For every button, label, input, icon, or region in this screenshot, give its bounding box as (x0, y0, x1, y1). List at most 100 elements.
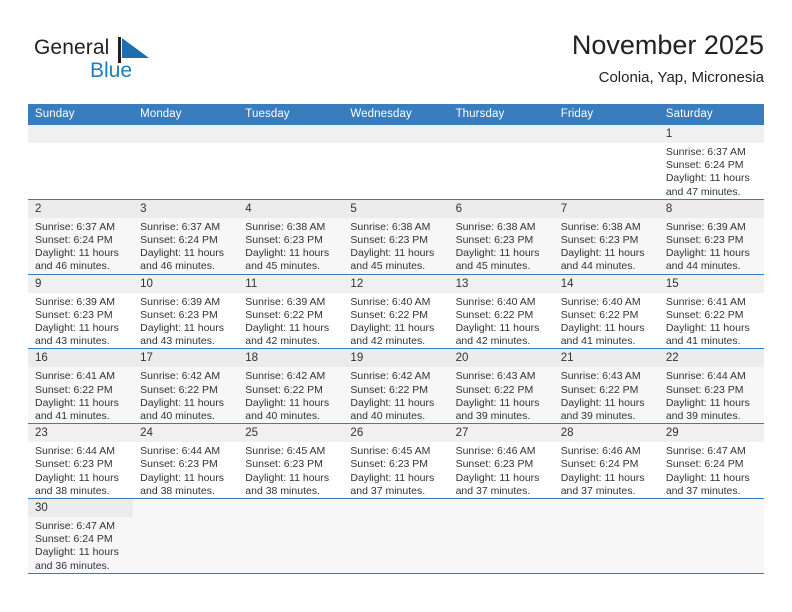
day-details: Sunrise: 6:46 AM Sunset: 6:24 PM Daylight:… (554, 442, 659, 498)
daylight-text-line1: Daylight: 11 hours (350, 396, 435, 409)
calendar-day-cell[interactable]: 7 Sunrise: 6:38 AM Sunset: 6:23 PM Daylight… (553, 199, 659, 275)
daylight-text-line1: Daylight: 11 hours (350, 471, 435, 484)
calendar-day-cell[interactable]: 16 Sunrise: 6:41 AM Sunset: 6:22 PM Dayligh… (28, 348, 134, 425)
daylight-text-line1: Daylight: 11 hours (455, 322, 540, 335)
calendar-week-row: 2 Sunrise: 6:37 AM Sunset: 6:24 PM Daylight… (28, 199, 764, 275)
weekday-header-friday: Friday (553, 104, 659, 125)
sunrise-text: Sunrise: 6:47 AM (35, 520, 115, 533)
daylight-text-line2: and 39 minutes. (455, 410, 531, 423)
sunset-text: Sunset: 6:23 PM (35, 308, 113, 321)
calendar-day-cell[interactable]: 8 Sunrise: 6:39 AM Sunset: 6:23 PM Daylight… (658, 199, 764, 275)
daylight-text-line1: Daylight: 11 hours (665, 471, 750, 484)
calendar-body: 1 Sunrise: 6:37 AM Sunset: 6:24 PM Daylight… (28, 125, 764, 574)
calendar-day-cell[interactable]: 4 Sunrise: 6:38 AM Sunset: 6:23 PM Daylight… (238, 199, 344, 275)
day-number: 11 (238, 274, 344, 293)
daylight-text-line1: Daylight: 11 hours (665, 172, 750, 185)
daylight-text-line1: Daylight: 11 hours (35, 546, 119, 559)
day-number: 13 (448, 274, 554, 293)
sunset-text: Sunset: 6:22 PM (455, 383, 534, 396)
day-number: 9 (28, 274, 134, 293)
daylight-text-line2: and 37 minutes. (665, 484, 741, 497)
calendar-day-cell[interactable]: 25 Sunrise: 6:45 AM Sunset: 6:23 PM Dayligh… (238, 423, 344, 500)
daylight-text-line1: Daylight: 11 hours (455, 396, 540, 409)
calendar-day-cell[interactable]: 19 Sunrise: 6:42 AM Sunset: 6:22 PM Dayligh… (343, 348, 449, 425)
calendar-week-row: 1 Sunrise: 6:37 AM Sunset: 6:24 PM Daylight… (28, 125, 764, 200)
page-title: November 2025 (571, 30, 764, 60)
sunrise-text: Sunrise: 6:42 AM (245, 370, 326, 383)
sunrise-text: Sunrise: 6:37 AM (35, 220, 115, 233)
sunset-text: Sunset: 6:22 PM (455, 308, 534, 321)
daylight-text-line2: and 46 minutes. (35, 260, 110, 273)
day-number: 6 (448, 199, 554, 218)
daylight-text-line1: Daylight: 11 hours (35, 471, 119, 484)
sunset-text: Sunset: 6:23 PM (140, 308, 218, 321)
day-number: 24 (133, 424, 239, 443)
daylight-text-line2: and 39 minutes. (665, 410, 741, 423)
sunrise-text: Sunrise: 6:38 AM (455, 220, 536, 233)
sunset-text: Sunset: 6:22 PM (665, 308, 744, 321)
calendar-day-cell[interactable]: 29 Sunrise: 6:47 AM Sunset: 6:24 PM Dayligh… (658, 423, 764, 500)
calendar-day-cell[interactable]: 10 Sunrise: 6:39 AM Sunset: 6:23 PM Dayligh… (133, 274, 239, 350)
calendar-day-cell[interactable]: 22 Sunrise: 6:44 AM Sunset: 6:23 PM Dayligh… (658, 348, 764, 425)
calendar-cell-empty (553, 498, 659, 574)
day-details: Sunrise: 6:41 AM Sunset: 6:22 PM Daylight:… (659, 293, 764, 349)
sunrise-text: Sunrise: 6:39 AM (665, 220, 746, 233)
sunset-text: Sunset: 6:22 PM (350, 308, 429, 321)
daylight-text-line1: Daylight: 11 hours (35, 322, 119, 335)
calendar-day-cell[interactable]: 6 Sunrise: 6:38 AM Sunset: 6:23 PM Daylight… (448, 199, 554, 275)
calendar-day-cell[interactable]: 11 Sunrise: 6:39 AM Sunset: 6:22 PM Dayligh… (238, 274, 344, 350)
calendar-day-cell[interactable]: 28 Sunrise: 6:46 AM Sunset: 6:24 PM Dayligh… (553, 423, 659, 500)
calendar-day-cell[interactable]: 18 Sunrise: 6:42 AM Sunset: 6:22 PM Dayligh… (238, 348, 344, 425)
day-number: 10 (133, 274, 239, 293)
calendar-cell-empty (28, 125, 134, 200)
calendar-day-cell[interactable]: 13 Sunrise: 6:40 AM Sunset: 6:22 PM Dayligh… (448, 274, 554, 350)
day-details: Sunrise: 6:39 AM Sunset: 6:23 PM Daylight:… (28, 293, 133, 349)
sunset-text: Sunset: 6:23 PM (35, 458, 113, 471)
calendar-day-cell[interactable]: 1 Sunrise: 6:37 AM Sunset: 6:24 PM Daylight… (658, 125, 764, 200)
sunrise-text: Sunrise: 6:37 AM (140, 220, 221, 233)
calendar-cell-empty (343, 125, 449, 200)
day-details: Sunrise: 6:37 AM Sunset: 6:24 PM Daylight:… (133, 218, 238, 274)
calendar-day-cell[interactable]: 17 Sunrise: 6:42 AM Sunset: 6:22 PM Dayligh… (133, 348, 239, 425)
daylight-text-line1: Daylight: 11 hours (140, 471, 224, 484)
day-details: Sunrise: 6:37 AM Sunset: 6:24 PM Daylight:… (659, 143, 764, 199)
calendar-day-cell[interactable]: 2 Sunrise: 6:37 AM Sunset: 6:24 PM Daylight… (28, 199, 134, 275)
day-number (553, 125, 659, 143)
calendar-day-cell[interactable]: 23 Sunrise: 6:44 AM Sunset: 6:23 PM Dayligh… (28, 423, 134, 500)
calendar-day-cell[interactable]: 9 Sunrise: 6:39 AM Sunset: 6:23 PM Daylight… (28, 274, 134, 350)
daylight-text-line1: Daylight: 11 hours (140, 322, 224, 335)
title-block: November 2025 Colonia, Yap, Micronesia (572, 28, 764, 90)
calendar-day-cell[interactable]: 5 Sunrise: 6:38 AM Sunset: 6:23 PM Daylight… (343, 199, 449, 275)
calendar-day-cell[interactable]: 26 Sunrise: 6:45 AM Sunset: 6:23 PM Dayligh… (343, 423, 449, 500)
sunrise-text: Sunrise: 6:44 AM (665, 370, 746, 383)
sunset-text: Sunset: 6:23 PM (140, 458, 218, 471)
calendar-day-cell[interactable]: 14 Sunrise: 6:40 AM Sunset: 6:22 PM Dayligh… (553, 274, 659, 350)
day-details: Sunrise: 6:41 AM Sunset: 6:22 PM Daylight:… (28, 367, 133, 423)
daylight-text-line2: and 40 minutes. (140, 410, 215, 423)
sunset-text: Sunset: 6:23 PM (665, 383, 744, 396)
day-details: Sunrise: 6:40 AM Sunset: 6:22 PM Daylight:… (554, 293, 659, 349)
day-number: 16 (28, 349, 134, 368)
calendar-day-cell[interactable]: 15 Sunrise: 6:41 AM Sunset: 6:22 PM Dayligh… (658, 274, 764, 350)
sunset-text: Sunset: 6:24 PM (35, 533, 113, 546)
sunrise-text: Sunrise: 6:41 AM (35, 370, 115, 383)
calendar-day-cell[interactable]: 21 Sunrise: 6:43 AM Sunset: 6:22 PM Dayligh… (553, 348, 659, 425)
daylight-text-line2: and 42 minutes. (245, 335, 320, 348)
sunset-text: Sunset: 6:22 PM (245, 383, 323, 396)
day-details: Sunrise: 6:42 AM Sunset: 6:22 PM Daylight:… (343, 367, 448, 423)
calendar-day-cell[interactable]: 30 Sunrise: 6:47 AM Sunset: 6:24 PM Dayligh… (28, 498, 134, 574)
sunrise-text: Sunrise: 6:45 AM (245, 445, 326, 458)
weekday-header-monday: Monday (133, 104, 239, 125)
calendar-day-cell[interactable]: 24 Sunrise: 6:44 AM Sunset: 6:23 PM Dayligh… (133, 423, 239, 500)
day-number (343, 125, 449, 143)
daylight-text-line1: Daylight: 11 hours (560, 322, 645, 335)
day-number: 18 (238, 349, 344, 368)
general-blue-logo[interactable]: General Blue (34, 36, 214, 90)
calendar-day-cell[interactable]: 12 Sunrise: 6:40 AM Sunset: 6:22 PM Dayligh… (343, 274, 449, 350)
calendar-day-cell[interactable]: 27 Sunrise: 6:46 AM Sunset: 6:23 PM Dayligh… (448, 423, 554, 500)
day-number: 4 (238, 199, 344, 218)
sunrise-text: Sunrise: 6:43 AM (560, 370, 641, 383)
daylight-text-line2: and 45 minutes. (350, 260, 426, 273)
calendar-day-cell[interactable]: 3 Sunrise: 6:37 AM Sunset: 6:24 PM Daylight… (133, 199, 239, 275)
calendar-day-cell[interactable]: 20 Sunrise: 6:43 AM Sunset: 6:22 PM Dayligh… (448, 348, 554, 425)
